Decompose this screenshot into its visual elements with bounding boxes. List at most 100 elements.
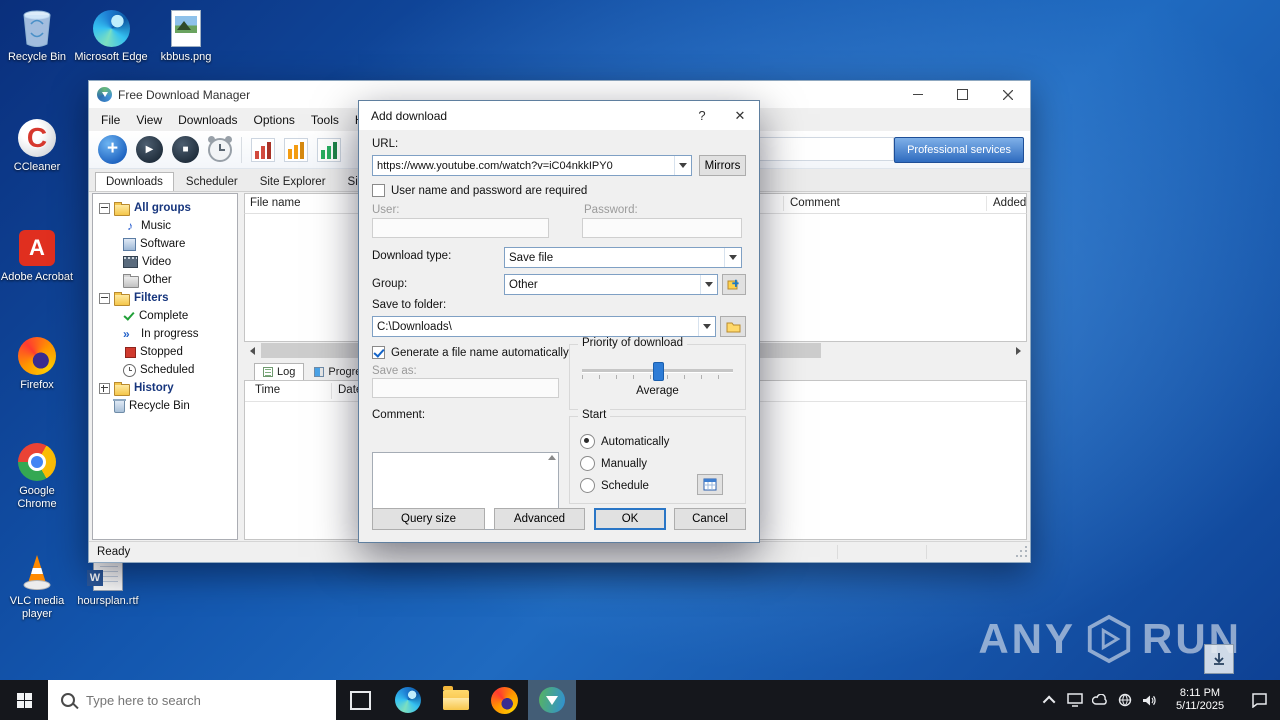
taskbar-firefox-button[interactable] bbox=[480, 680, 528, 720]
tree-item-scheduled[interactable]: Scheduled bbox=[93, 361, 237, 379]
hidden-icons-chevron[interactable] bbox=[1038, 680, 1062, 720]
professional-services-button[interactable]: Professional services bbox=[894, 137, 1024, 163]
tree-item-stopped[interactable]: Stopped bbox=[93, 343, 237, 361]
network-tray-icon[interactable] bbox=[1112, 680, 1137, 720]
column-time[interactable]: Time bbox=[255, 384, 280, 396]
scroll-right-button[interactable] bbox=[1010, 342, 1027, 359]
resume-button[interactable]: ▶ bbox=[136, 136, 163, 163]
watermark-download-button[interactable] bbox=[1204, 644, 1234, 674]
chevron-down-icon[interactable] bbox=[698, 317, 715, 336]
browse-folder-button[interactable] bbox=[720, 316, 746, 337]
desktop-icon-firefox[interactable]: Firefox bbox=[0, 336, 74, 392]
tree-item-complete[interactable]: Complete bbox=[93, 307, 237, 325]
autoname-checkbox[interactable] bbox=[372, 346, 385, 359]
desktop-icon-edge[interactable]: Microsoft Edge bbox=[74, 8, 148, 64]
taskbar-explorer-button[interactable] bbox=[432, 680, 480, 720]
taskbar-fdm-button[interactable] bbox=[528, 680, 576, 720]
tab-scheduler[interactable]: Scheduler bbox=[176, 173, 248, 191]
tab-downloads[interactable]: Downloads bbox=[95, 172, 174, 191]
taskbar-search[interactable] bbox=[48, 679, 336, 720]
advanced-button[interactable]: Advanced bbox=[494, 508, 585, 530]
menu-options[interactable]: Options bbox=[246, 111, 303, 129]
start-manually-option[interactable]: Manually bbox=[580, 456, 647, 471]
menu-file[interactable]: File bbox=[93, 111, 128, 129]
tree-item-software[interactable]: Software bbox=[93, 235, 237, 253]
mirrors-button[interactable]: Mirrors bbox=[699, 155, 746, 176]
cancel-button[interactable]: Cancel bbox=[674, 508, 746, 530]
maximize-button[interactable] bbox=[940, 81, 985, 108]
desktop-icon-acrobat[interactable]: A Adobe Acrobat bbox=[0, 228, 74, 284]
group-combobox[interactable]: Other bbox=[504, 274, 718, 295]
scheduler-alarm-button[interactable] bbox=[208, 135, 232, 162]
close-button[interactable] bbox=[985, 81, 1030, 108]
radio-icon[interactable] bbox=[580, 456, 595, 471]
radio-selected-icon[interactable] bbox=[580, 434, 595, 449]
scroll-up-icon[interactable] bbox=[548, 455, 556, 460]
dialog-titlebar[interactable]: Add download ? ✕ bbox=[359, 101, 759, 130]
scroll-left-button[interactable] bbox=[244, 342, 261, 359]
ok-button[interactable]: OK bbox=[594, 508, 666, 530]
tree-item-video[interactable]: Video bbox=[93, 253, 237, 271]
traffic-chart-button[interactable] bbox=[284, 137, 308, 162]
cloud-tray-icon[interactable] bbox=[1087, 680, 1112, 720]
minimize-button[interactable] bbox=[895, 81, 940, 108]
priority-slider-thumb[interactable] bbox=[652, 362, 664, 381]
stats-chart-button[interactable] bbox=[317, 137, 341, 162]
stopped-icon bbox=[125, 346, 136, 358]
taskbar-edge-button[interactable] bbox=[384, 680, 432, 720]
chevron-down-icon[interactable] bbox=[724, 248, 741, 267]
menu-downloads[interactable]: Downloads bbox=[170, 111, 245, 129]
help-button[interactable]: ? bbox=[683, 101, 721, 130]
schedule-settings-button[interactable] bbox=[697, 474, 723, 495]
tree-item-all-groups[interactable]: All groups bbox=[93, 199, 237, 217]
column-added[interactable]: Added bbox=[993, 197, 1026, 209]
radio-icon[interactable] bbox=[580, 478, 595, 493]
start-automatically-option[interactable]: Automatically bbox=[580, 434, 669, 449]
chevron-down-icon[interactable] bbox=[700, 275, 717, 294]
download-type-combobox[interactable]: Save file bbox=[504, 247, 742, 268]
url-combobox[interactable]: https://www.youtube.com/watch?v=iC04nkkI… bbox=[372, 155, 692, 176]
desktop-icon-ccleaner[interactable]: C CCleaner bbox=[0, 118, 74, 174]
search-input[interactable] bbox=[84, 679, 336, 720]
display-tray-icon[interactable] bbox=[1062, 680, 1087, 720]
chevron-down-icon[interactable] bbox=[674, 156, 691, 175]
desktop-icon-recycle-bin[interactable]: Recycle Bin bbox=[0, 8, 74, 64]
task-view-button[interactable] bbox=[336, 680, 384, 720]
progress-icon bbox=[314, 367, 325, 377]
taskbar-clock[interactable]: 8:11 PM 5/11/2025 bbox=[1162, 687, 1238, 713]
tab-log[interactable]: Log bbox=[254, 363, 305, 380]
desktop-icon-chrome[interactable]: Google Chrome bbox=[0, 442, 74, 511]
action-center-button[interactable] bbox=[1238, 680, 1280, 720]
collapse-icon[interactable] bbox=[99, 292, 110, 304]
auth-checkbox[interactable] bbox=[372, 184, 385, 197]
column-file-name[interactable]: File name bbox=[250, 197, 301, 209]
auth-checkbox-row[interactable]: User name and password are required bbox=[372, 184, 587, 197]
dialog-close-button[interactable]: ✕ bbox=[721, 101, 759, 130]
start-schedule-option[interactable]: Schedule bbox=[580, 478, 649, 493]
tab-site-explorer[interactable]: Site Explorer bbox=[250, 173, 336, 191]
volume-tray-icon[interactable] bbox=[1137, 680, 1162, 720]
autoname-checkbox-row[interactable]: Generate a file name automatically bbox=[372, 346, 569, 359]
menu-view[interactable]: View bbox=[128, 111, 170, 129]
column-comment[interactable]: Comment bbox=[790, 197, 840, 209]
menu-tools[interactable]: Tools bbox=[303, 111, 347, 129]
tree-item-filters[interactable]: Filters bbox=[93, 289, 237, 307]
tree-item-other[interactable]: Other bbox=[93, 271, 237, 289]
tree-item-history[interactable]: History bbox=[93, 379, 237, 397]
start-button[interactable] bbox=[0, 680, 48, 720]
save-folder-combobox[interactable]: C:\Downloads\ bbox=[372, 316, 716, 337]
tree-item-in-progress[interactable]: » In progress bbox=[93, 325, 237, 343]
speed-chart-button[interactable] bbox=[251, 137, 275, 162]
tree-item-recycle-bin[interactable]: Recycle Bin bbox=[93, 397, 237, 415]
desktop-icon-vlc[interactable]: VLC media player bbox=[0, 552, 74, 621]
collapse-icon[interactable] bbox=[99, 202, 110, 214]
stop-button[interactable]: ■ bbox=[172, 136, 199, 163]
tree-item-music[interactable]: ♪ Music bbox=[93, 217, 237, 235]
resize-grip[interactable] bbox=[1015, 545, 1029, 559]
query-size-button[interactable]: Query size bbox=[372, 508, 485, 530]
url-value[interactable]: https://www.youtube.com/watch?v=iC04nkkI… bbox=[373, 160, 674, 172]
expand-icon[interactable] bbox=[99, 382, 110, 394]
add-download-button[interactable]: + bbox=[98, 135, 127, 164]
desktop-icon-kbbus[interactable]: kbbus.png bbox=[149, 8, 223, 64]
add-group-button[interactable] bbox=[722, 274, 746, 295]
